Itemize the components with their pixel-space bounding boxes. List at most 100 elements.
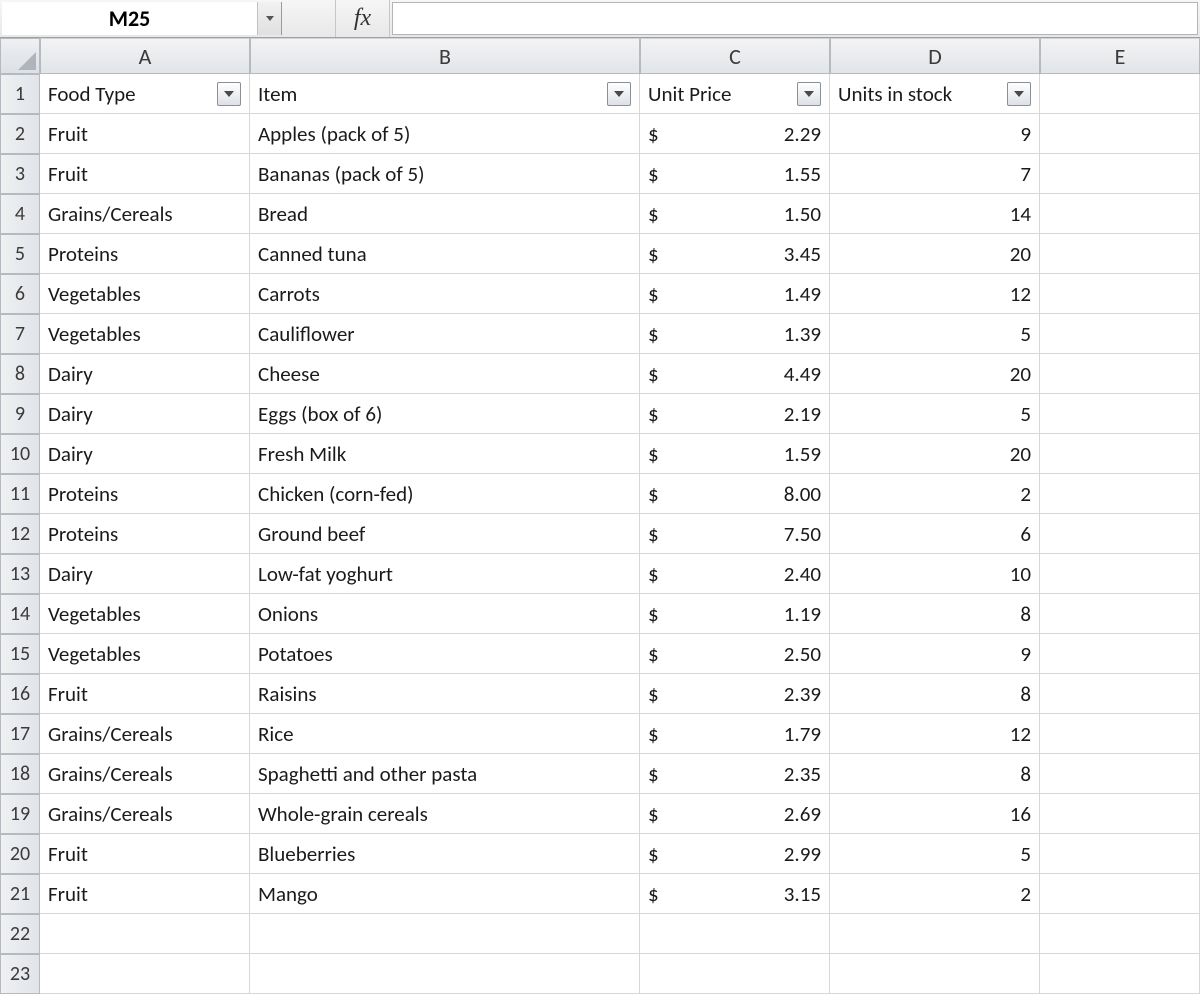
cell[interactable]: 2 [830, 874, 1040, 914]
cell[interactable] [1040, 674, 1200, 714]
cell[interactable]: Grains/Cereals [40, 194, 250, 234]
column-header-A[interactable]: A [40, 38, 250, 74]
name-box[interactable]: M25 [2, 2, 282, 35]
column-header-C[interactable]: C [640, 38, 830, 74]
cell[interactable]: Canned tuna [250, 234, 640, 274]
cell[interactable]: Potatoes [250, 634, 640, 674]
row-header[interactable]: 8 [0, 354, 40, 394]
cell[interactable]: Apples (pack of 5) [250, 114, 640, 154]
cell[interactable]: Vegetables [40, 314, 250, 354]
cell[interactable]: $7.50 [640, 514, 830, 554]
cell[interactable]: Proteins [40, 234, 250, 274]
filter-dropdown-button[interactable] [217, 82, 241, 106]
row-header[interactable]: 12 [0, 514, 40, 554]
row-header[interactable]: 15 [0, 634, 40, 674]
row-header[interactable]: 13 [0, 554, 40, 594]
cell[interactable] [1040, 714, 1200, 754]
row-header[interactable]: 23 [0, 954, 40, 994]
cell[interactable]: $2.35 [640, 754, 830, 794]
row-header[interactable]: 22 [0, 914, 40, 954]
cell[interactable]: Vegetables [40, 274, 250, 314]
cell[interactable] [1040, 74, 1200, 114]
cell[interactable]: Blueberries [250, 834, 640, 874]
cell[interactable]: Chicken (corn-fed) [250, 474, 640, 514]
cell[interactable] [640, 914, 830, 954]
row-header[interactable]: 6 [0, 274, 40, 314]
cell[interactable]: $2.99 [640, 834, 830, 874]
cell[interactable]: Ground beef [250, 514, 640, 554]
filter-dropdown-button[interactable] [1007, 82, 1031, 106]
cell[interactable]: Spaghetti and other pasta [250, 754, 640, 794]
cell[interactable]: 5 [830, 314, 1040, 354]
cell[interactable]: $2.40 [640, 554, 830, 594]
cell[interactable]: $2.29 [640, 114, 830, 154]
cell[interactable]: $8.00 [640, 474, 830, 514]
column-header-E[interactable]: E [1040, 38, 1200, 74]
filter-dropdown-button[interactable] [607, 82, 631, 106]
cell[interactable]: 20 [830, 234, 1040, 274]
row-header[interactable]: 2 [0, 114, 40, 154]
row-header[interactable]: 7 [0, 314, 40, 354]
cell[interactable] [1040, 554, 1200, 594]
row-header[interactable]: 9 [0, 394, 40, 434]
select-all-corner[interactable] [0, 38, 40, 74]
row-header[interactable]: 19 [0, 794, 40, 834]
cell[interactable] [1040, 634, 1200, 674]
cell[interactable]: Mango [250, 874, 640, 914]
cell[interactable]: 7 [830, 154, 1040, 194]
cell[interactable] [1040, 914, 1200, 954]
row-header[interactable]: 5 [0, 234, 40, 274]
cell[interactable]: Proteins [40, 474, 250, 514]
cell[interactable]: $2.39 [640, 674, 830, 714]
cell[interactable]: Carrots [250, 274, 640, 314]
cell[interactable]: Vegetables [40, 594, 250, 634]
cell[interactable]: 9 [830, 634, 1040, 674]
cell[interactable]: 16 [830, 794, 1040, 834]
name-box-dropdown[interactable] [257, 2, 281, 35]
cell[interactable]: Grains/Cereals [40, 794, 250, 834]
cell[interactable]: $1.79 [640, 714, 830, 754]
table-header-cell[interactable]: Unit Price [640, 74, 830, 114]
cell[interactable]: Vegetables [40, 634, 250, 674]
cell[interactable]: 12 [830, 274, 1040, 314]
cell[interactable]: Fruit [40, 114, 250, 154]
row-header[interactable]: 20 [0, 834, 40, 874]
cell[interactable] [250, 954, 640, 994]
cell[interactable] [1040, 514, 1200, 554]
spreadsheet-grid[interactable]: ABCDE1Food TypeItemUnit PriceUnits in st… [0, 38, 1200, 994]
cell[interactable]: Proteins [40, 514, 250, 554]
cell[interactable]: 20 [830, 354, 1040, 394]
cell[interactable]: Fruit [40, 154, 250, 194]
cell[interactable]: Fresh Milk [250, 434, 640, 474]
cell[interactable] [830, 914, 1040, 954]
cell[interactable]: 12 [830, 714, 1040, 754]
cell[interactable]: Bananas (pack of 5) [250, 154, 640, 194]
insert-function-button[interactable]: fx [336, 0, 390, 37]
cell[interactable] [1040, 754, 1200, 794]
cell[interactable]: Dairy [40, 434, 250, 474]
row-header[interactable]: 21 [0, 874, 40, 914]
cell[interactable]: Dairy [40, 554, 250, 594]
cell[interactable] [1040, 474, 1200, 514]
column-header-D[interactable]: D [830, 38, 1040, 74]
cell[interactable]: Rice [250, 714, 640, 754]
cell[interactable]: 8 [830, 754, 1040, 794]
cell[interactable]: $1.49 [640, 274, 830, 314]
cell[interactable]: $1.19 [640, 594, 830, 634]
cell[interactable] [250, 914, 640, 954]
row-header[interactable]: 1 [0, 74, 40, 114]
cell[interactable]: $1.59 [640, 434, 830, 474]
row-header[interactable]: 3 [0, 154, 40, 194]
cell[interactable]: $1.39 [640, 314, 830, 354]
cell[interactable] [40, 954, 250, 994]
cell[interactable]: Low-fat yoghurt [250, 554, 640, 594]
cell[interactable] [1040, 874, 1200, 914]
cell[interactable]: $3.15 [640, 874, 830, 914]
filter-dropdown-button[interactable] [797, 82, 821, 106]
cell[interactable] [640, 954, 830, 994]
cell[interactable]: Grains/Cereals [40, 714, 250, 754]
cell[interactable]: 5 [830, 394, 1040, 434]
cell[interactable]: Whole-grain cereals [250, 794, 640, 834]
column-header-B[interactable]: B [250, 38, 640, 74]
row-header[interactable]: 4 [0, 194, 40, 234]
